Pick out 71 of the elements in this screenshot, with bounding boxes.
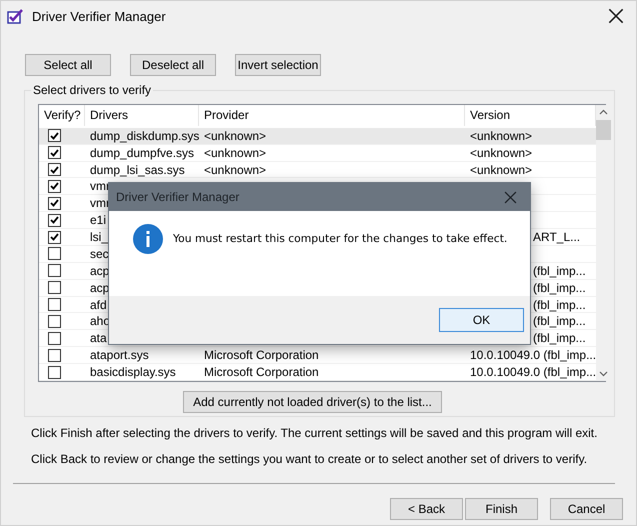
checkbox[interactable] (48, 366, 61, 379)
checkbox[interactable] (48, 146, 61, 160)
table-cell: Microsoft Corporation (204, 365, 319, 380)
checklist-icon (7, 8, 24, 24)
checkbox[interactable] (48, 281, 61, 294)
checkbox[interactable] (48, 314, 61, 328)
dialog-message: You must restart this computer for the changes to take effect. (173, 232, 508, 245)
checkbox[interactable] (48, 264, 61, 278)
table-cell: (fbl_imp... (533, 314, 586, 328)
column-header[interactable]: Provider (199, 105, 465, 126)
dialog-title: Driver Verifier Manager (116, 190, 240, 204)
table-cell: <unknown> (204, 128, 266, 143)
table-row[interactable]: basicdisplay.sys Microsoft Corporation 10.0.10049.0 (fbl_imp... (39, 364, 596, 381)
instruction-text: Click Back to review or change the settings you want to create or to select another set of drivers to verify. (30, 452, 588, 466)
table-cell: Microsoft Corporation (204, 348, 319, 362)
footer-button[interactable]: < Back (390, 498, 463, 520)
column-header[interactable]: Drivers (85, 105, 199, 126)
toolbar-button[interactable]: Select all (25, 54, 111, 76)
table-cell: dump_dumpfve.sys (90, 146, 194, 160)
table-cell: <unknown> (204, 146, 266, 160)
table-cell: dump_lsi_sas.sys (90, 162, 185, 177)
table-cell: <unknown> (470, 146, 532, 160)
table-cell: (fbl_imp... (533, 264, 586, 278)
checkbox[interactable] (48, 163, 61, 176)
info-icon (133, 224, 163, 254)
column-header[interactable]: Verify? (39, 105, 85, 126)
checkbox[interactable] (48, 247, 61, 260)
table-cell: ata (90, 331, 107, 346)
group-title: Select drivers to verify (31, 83, 154, 97)
close-icon (504, 190, 516, 204)
table-row[interactable]: dump_dumpfve.sys <unknown> <unknown> (39, 144, 596, 162)
table-cell: dump_diskdump.sys (90, 128, 199, 143)
footer-button[interactable]: Cancel (550, 498, 623, 520)
scroll-thumb[interactable] (596, 120, 612, 140)
table-row[interactable]: ataport.sys Microsoft Corporation 10.0.10049.0 (fbl_imp... (39, 347, 596, 364)
table-cell: <unknown> (470, 162, 532, 177)
table-cell: 10.0.10049.0 (fbl_imp... (470, 348, 596, 362)
table-cell: e1i (90, 213, 106, 228)
ok-button[interactable]: OK (439, 308, 524, 332)
table-cell: lsi_ (90, 230, 108, 244)
table-row[interactable]: dump_diskdump.sys <unknown> <unknown> (39, 128, 596, 145)
close-icon (608, 8, 624, 24)
scrollbar[interactable] (596, 105, 612, 381)
table-cell: vmr (90, 196, 110, 210)
table-cell: ART_L... (533, 230, 580, 244)
checkbox[interactable] (48, 129, 61, 142)
checkbox[interactable] (48, 180, 61, 193)
table-cell: afd (90, 298, 107, 312)
checkbox[interactable] (48, 230, 61, 244)
add-drivers-button[interactable]: Add currently not loaded driver(s) to the list... (183, 391, 442, 413)
checkbox[interactable] (48, 348, 61, 362)
checkbox[interactable] (48, 298, 61, 312)
table-cell: vmr (90, 179, 110, 194)
table-cell: ataport.sys (90, 348, 149, 362)
table-cell: <unknown> (204, 162, 266, 177)
table-cell: (fbl_imp... (533, 331, 586, 346)
table-cell: <unknown> (470, 128, 532, 143)
table-cell: basicdisplay.sys (90, 365, 176, 380)
table-cell: (fbl_imp... (533, 280, 586, 295)
instruction-text: Click Finish after selecting the drivers to verify. The current settings will be saved and this program will exit. (30, 426, 598, 440)
checkbox[interactable] (48, 332, 61, 345)
table-cell: sec (90, 246, 109, 261)
checkbox[interactable] (48, 214, 61, 227)
checkbox[interactable] (48, 196, 61, 210)
table-cell: (fbl_imp... (533, 298, 586, 312)
toolbar-button[interactable]: Deselect all (130, 54, 216, 76)
table-row[interactable]: dump_lsi_sas.sys <unknown> <unknown> (39, 162, 596, 178)
toolbar-button[interactable]: Invert selection (235, 54, 321, 76)
footer-button[interactable]: Finish (465, 498, 538, 520)
table-cell: 10.0.10049.0 (fbl_imp... (470, 365, 596, 380)
window-title: Driver Verifier Manager (32, 8, 167, 24)
